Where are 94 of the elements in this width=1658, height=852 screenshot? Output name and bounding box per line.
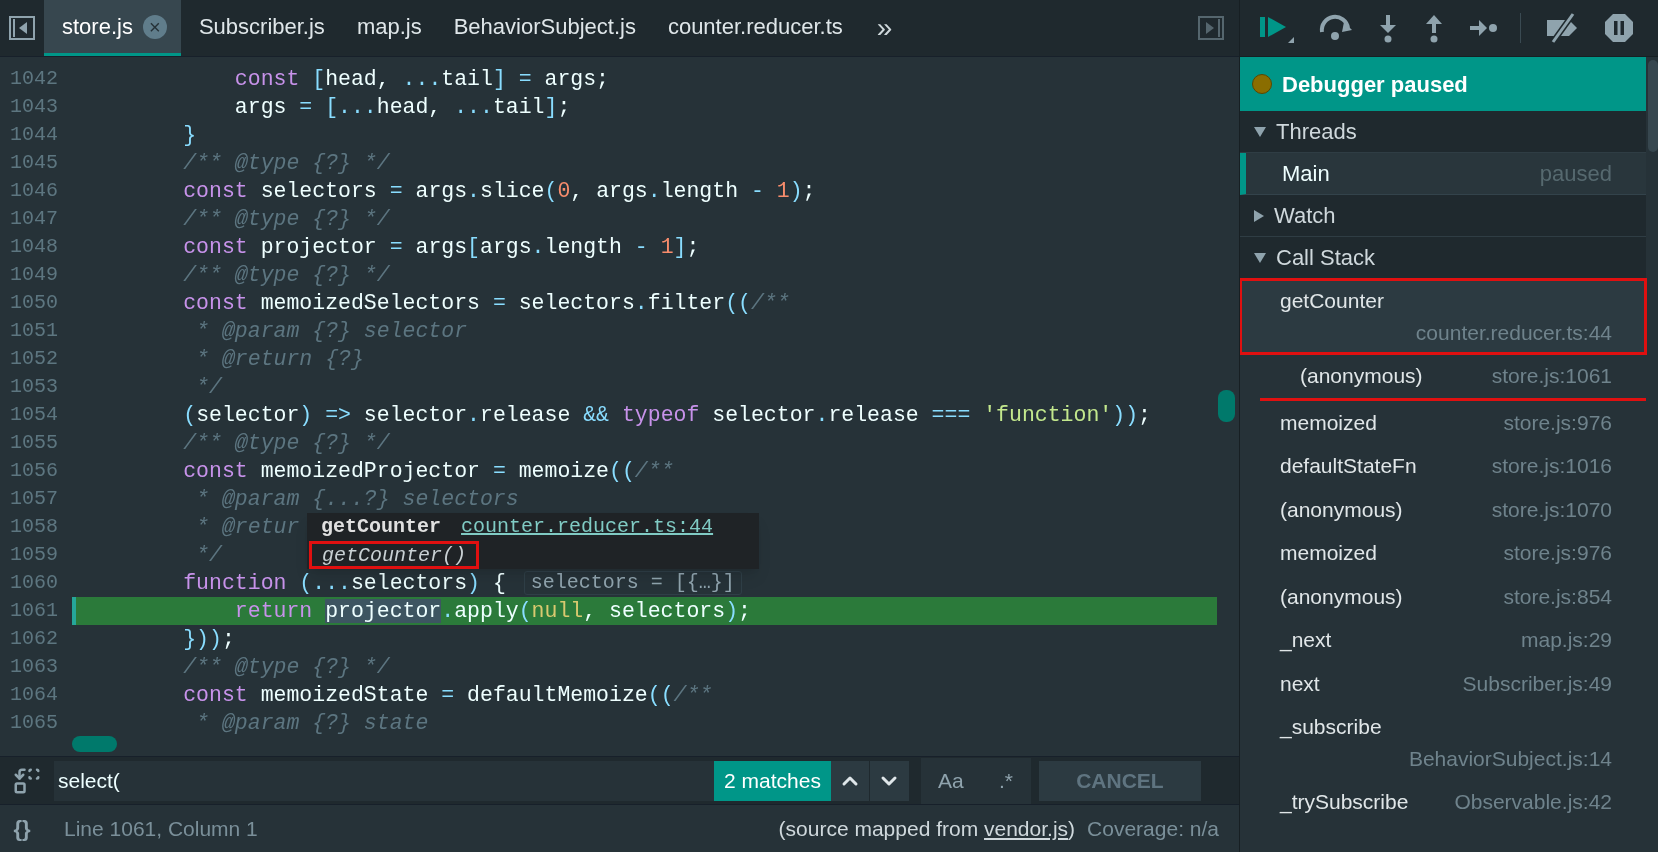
code-line: */ [195, 541, 222, 569]
call-stack-frame[interactable]: memoized store.js:976 [1240, 531, 1646, 575]
pause-icon[interactable] [1603, 12, 1635, 44]
line-number: 1064 [9, 682, 59, 708]
code-line: /** @type {?} */ [182, 653, 390, 681]
line-number: 1061 [9, 598, 59, 624]
line-number: 1049 [9, 262, 59, 288]
code-line: * @retur [195, 513, 300, 541]
function-signature: getCounter() [309, 541, 480, 569]
scrollbar-thumb[interactable] [72, 736, 117, 752]
code-line: */ [195, 373, 222, 401]
call-stack-frame[interactable]: (anonymous) store.js:854 [1240, 574, 1646, 618]
match-case-button[interactable]: Aa [920, 757, 981, 804]
line-number: 1055 [9, 430, 59, 456]
coverage-label: Coverage: n/a [1087, 815, 1219, 842]
line-number: 1042 [9, 66, 59, 92]
code-line: /** @type {?} */ [182, 429, 390, 457]
line-number: 1048 [9, 234, 59, 260]
line-number: 1052 [9, 346, 59, 372]
banner-text: Debugger paused [1282, 70, 1468, 99]
source-link[interactable]: counter.reducer.ts:44 [461, 512, 714, 542]
line-number: 1045 [9, 150, 59, 176]
line-number: 1043 [9, 94, 59, 120]
line-number: 1056 [9, 458, 59, 484]
debugger-toggle-icon[interactable] [1198, 16, 1224, 40]
previous-match-button[interactable] [830, 760, 870, 801]
caret-down-icon[interactable] [1254, 252, 1266, 263]
section-header[interactable]: Threads [1240, 111, 1646, 153]
step-over-icon[interactable] [1318, 14, 1354, 42]
code-line: } [182, 121, 197, 149]
cursor-position: Line 1061, Column 1 [64, 815, 258, 842]
navigator-toggle-icon[interactable] [9, 16, 35, 40]
call-stack-frame[interactable]: _next map.js:29 [1240, 618, 1646, 662]
call-stack-frame[interactable]: next Subscriber.js:49 [1240, 661, 1646, 705]
file-tab[interactable]: map.js [338, 0, 436, 56]
code-line: args = [...head, ...tail]; [233, 93, 571, 121]
code-line: const memoizedProjector = memoize((/** [182, 457, 674, 485]
line-number: 1046 [9, 178, 59, 204]
call-stack-frame[interactable]: (anonymous) store.js:1061 [1260, 354, 1646, 401]
search-field[interactable]: select( [54, 760, 714, 801]
code-line: function (...selectors) { [182, 569, 506, 597]
caret-down-icon[interactable] [1254, 126, 1266, 137]
code-line: * @return {?} [195, 345, 364, 373]
call-stack-frame[interactable]: (anonymous) store.js:1070 [1240, 487, 1646, 531]
line-number: 1054 [9, 402, 59, 428]
line-number: 1059 [9, 542, 59, 568]
code-line: })); [182, 625, 235, 653]
code-line: const selectors = args.slice(0, args.length - 1); [182, 177, 816, 205]
code-line: * @param {?} state [195, 709, 429, 737]
caret-right-icon[interactable] [1254, 209, 1264, 222]
line-number: 1065 [9, 710, 59, 736]
line-number: 1063 [9, 654, 59, 680]
section-header[interactable]: Watch [1240, 195, 1646, 237]
pretty-print-button[interactable]: {} [0, 812, 44, 845]
call-stack-frame[interactable]: getCounter counter.reducer.ts:44 [1240, 279, 1646, 354]
code-line: const memoizedState = defaultMemoize((/** [182, 681, 713, 709]
code-line: * @param {...?} selectors [195, 485, 519, 513]
line-number: 1051 [9, 318, 59, 344]
code-line: (selector) => selector.release && typeof selector.release === 'function')); [182, 401, 1151, 429]
code-line: /** @type {?} */ [182, 205, 390, 233]
line-number: 1058 [9, 514, 59, 540]
match-count: 2 matches [714, 760, 831, 801]
code-line: /** @type {?} */ [182, 149, 390, 177]
call-stack-frame[interactable]: _trySubscribe Observable.js:42 [1240, 780, 1646, 824]
file-tab[interactable]: counter.reducer.ts [649, 0, 857, 56]
code-line: /** @type {?} */ [182, 261, 390, 289]
call-stack-frame[interactable]: _subscribe BehaviorSubject.js:14 [1240, 705, 1646, 780]
step-icon[interactable] [1468, 17, 1498, 39]
code-line: const [head, ...tail] = args; [233, 65, 610, 93]
call-stack-frame[interactable]: memoized store.js:976 [1240, 400, 1646, 444]
function-name: getCounter [321, 514, 442, 540]
source-map-note: (source mapped from vendor.js) [778, 815, 1076, 842]
code-line: return projector.apply(null, selectors); [233, 597, 751, 625]
next-match-button[interactable] [869, 760, 909, 801]
section-header[interactable]: Call Stack [1240, 237, 1646, 279]
line-number: 1050 [9, 290, 59, 316]
code-line: const memoizedSelectors = selectors.filter((/** [182, 289, 790, 317]
code-line: const projector = args[args.length - 1]; [182, 233, 700, 261]
line-number: 1053 [9, 374, 59, 400]
line-number: 1057 [9, 486, 59, 512]
file-tab[interactable]: Subscriber.js [180, 0, 339, 56]
source-link[interactable]: vendor.js [984, 816, 1069, 840]
scrollbar-thumb[interactable] [1218, 390, 1235, 422]
call-stack-frame[interactable]: defaultStateFn store.js:1016 [1240, 444, 1646, 488]
code-line: * @param {?} selector [195, 317, 468, 345]
line-number: 1044 [9, 122, 59, 148]
inline-value: selectors = [{…}] [523, 571, 742, 595]
file-tab[interactable]: BehaviorSubject.js [435, 0, 650, 56]
line-number: 1060 [9, 570, 59, 596]
file-tab[interactable]: store.js × [44, 0, 181, 56]
line-number: 1062 [9, 626, 59, 652]
line-number: 1047 [9, 206, 59, 232]
regex-button[interactable]: .* [980, 757, 1031, 804]
more-tabs-button[interactable]: » [856, 0, 913, 56]
